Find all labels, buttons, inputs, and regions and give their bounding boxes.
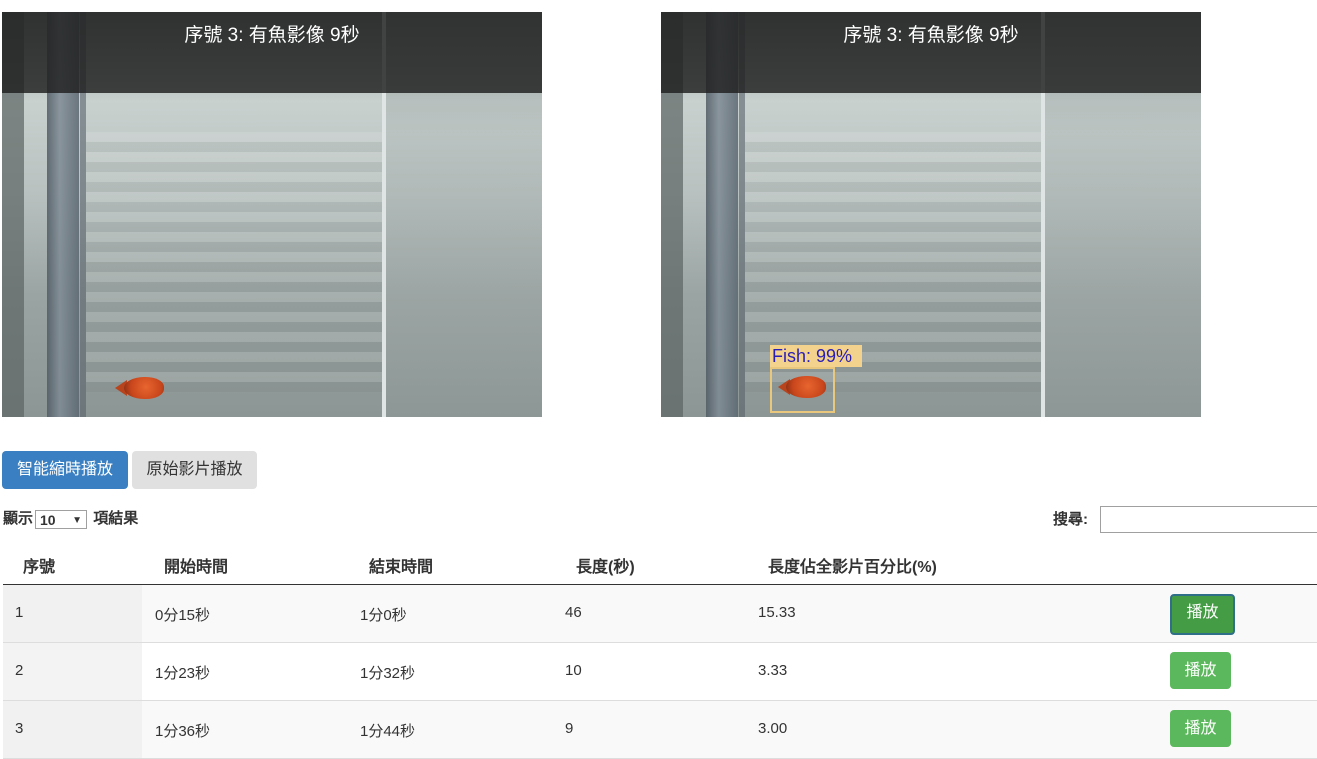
table-row: 1 0分15秒 1分0秒 46 15.33 播放 xyxy=(3,585,1317,643)
row-id-cell xyxy=(3,701,142,758)
detection-video-player[interactable]: Fish: 99% 序號 3: 有魚影像 9秒 xyxy=(661,12,1201,417)
header-id[interactable]: 序號 xyxy=(23,553,55,577)
header-end[interactable]: 結束時間 xyxy=(369,553,433,577)
play-button[interactable]: 播放 xyxy=(1170,652,1231,689)
row-id-cell xyxy=(3,585,142,642)
cell-percent: 15.33 xyxy=(758,604,796,621)
table-header: 序號 開始時間 結束時間 長度(秒) 長度佔全影片百分比(%) xyxy=(3,541,1317,585)
header-length[interactable]: 長度(秒) xyxy=(576,553,635,577)
table-row: 2 1分23秒 1分32秒 10 3.33 播放 xyxy=(3,643,1317,701)
original-play-button[interactable]: 原始影片播放 xyxy=(132,451,257,489)
page-length-control: 顯示 10 ▼ 項結果 xyxy=(3,507,138,529)
header-percent[interactable]: 長度佔全影片百分比(%) xyxy=(768,553,937,577)
cell-id: 3 xyxy=(15,720,24,737)
table-row: 3 1分36秒 1分44秒 9 3.00 播放 xyxy=(3,701,1317,759)
chevron-down-icon: ▼ xyxy=(72,514,83,526)
cell-percent: 3.00 xyxy=(758,720,788,737)
results-table: 序號 開始時間 結束時間 長度(秒) 長度佔全影片百分比(%) 1 0分15秒 … xyxy=(3,541,1317,759)
cell-length: 9 xyxy=(565,720,574,737)
cell-length: 46 xyxy=(565,604,582,621)
header-start[interactable]: 開始時間 xyxy=(164,553,228,577)
video-title: 序號 3: 有魚影像 9秒 xyxy=(184,25,360,46)
length-suffix: 項結果 xyxy=(93,510,139,527)
page-length-select[interactable]: 10 ▼ xyxy=(35,509,88,529)
video-title: 序號 3: 有魚影像 9秒 xyxy=(843,25,1019,46)
row-id-cell xyxy=(3,643,142,700)
detection-bounding-box xyxy=(770,367,835,413)
cell-start: 1分36秒 xyxy=(155,723,211,740)
cell-id: 1 xyxy=(15,604,24,621)
cell-length: 10 xyxy=(565,662,582,679)
page-length-value: 10 xyxy=(40,511,56,528)
cell-start: 1分23秒 xyxy=(155,665,211,682)
cell-id: 2 xyxy=(15,662,24,679)
play-button[interactable]: 播放 xyxy=(1170,594,1235,635)
search-label: 搜尋: xyxy=(1053,511,1088,528)
tank-background xyxy=(86,132,382,392)
cell-start: 0分15秒 xyxy=(155,607,211,624)
length-prefix: 顯示 xyxy=(3,510,34,527)
fish xyxy=(124,377,164,399)
cell-end: 1分32秒 xyxy=(360,665,416,682)
detection-label: Fish: 99% xyxy=(770,345,863,367)
cell-end: 1分44秒 xyxy=(360,723,416,740)
play-button[interactable]: 播放 xyxy=(1170,710,1231,747)
search-input[interactable] xyxy=(1100,506,1317,533)
cell-percent: 3.33 xyxy=(758,662,788,679)
smart-play-button[interactable]: 智能縮時播放 xyxy=(2,451,128,489)
original-video-player[interactable]: 序號 3: 有魚影像 9秒 xyxy=(2,12,542,417)
cell-end: 1分0秒 xyxy=(360,607,407,624)
